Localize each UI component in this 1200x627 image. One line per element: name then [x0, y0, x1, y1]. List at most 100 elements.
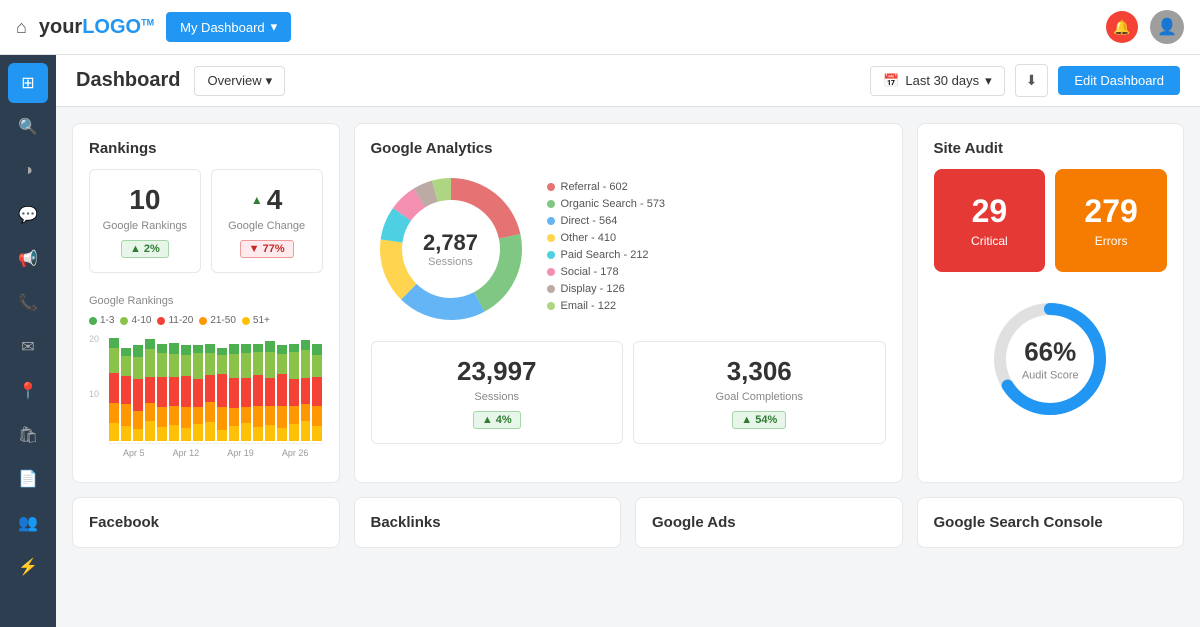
analytics-card: Google Analytics — [354, 123, 903, 483]
google-change-stat: ▲ 4 Google Change ▼ 77% — [211, 169, 323, 273]
goals-label: Goal Completions — [648, 391, 871, 403]
sub-header-right: 📅 Last 30 days ▾ ⬇ Edit Dashboard — [870, 64, 1180, 97]
sidebar-item-phone[interactable]: 📞 — [8, 283, 48, 323]
bar-group — [241, 344, 251, 441]
sidebar-item-chat[interactable]: 💬 — [8, 195, 48, 235]
x-label-apr12: Apr 12 — [173, 448, 200, 458]
google-ads-title: Google Ads — [652, 514, 886, 531]
overview-button[interactable]: Overview ▾ — [194, 66, 285, 96]
my-dashboard-button[interactable]: My Dashboard ▾ — [166, 12, 291, 42]
bar-group — [312, 344, 322, 441]
gsc-title: Google Search Console — [934, 514, 1168, 531]
download-icon: ⬇ — [1026, 72, 1038, 88]
sessions-label: Sessions — [386, 391, 609, 403]
bar-group — [301, 340, 311, 441]
rankings-card: Rankings 10 Google Rankings ▲ 2% ▲ 4 Goo… — [72, 123, 340, 483]
bar-group — [205, 344, 215, 441]
legend-direct: Direct - 564 — [547, 215, 886, 227]
donut-area: 2,787 Sessions Referral - 602 Organic Se… — [371, 169, 886, 329]
goals-stat: 3,306 Goal Completions ▲ 54% — [633, 341, 886, 444]
bar-group — [229, 344, 239, 441]
legend-social: Social - 178 — [547, 266, 886, 278]
audit-top: 29 Critical 279 Errors — [934, 169, 1168, 272]
legend-other: Other - 410 — [547, 232, 886, 244]
bar-group — [133, 345, 143, 441]
sessions-stat: 23,997 Sessions ▲ 4% — [371, 341, 624, 444]
errors-number: 279 — [1065, 193, 1157, 230]
sidebar-item-search[interactable]: 🔍 — [8, 107, 48, 147]
page-title: Dashboard — [76, 69, 180, 92]
bar-group — [277, 345, 287, 441]
calendar-icon: 📅 — [883, 73, 899, 89]
goals-badge: ▲ 54% — [732, 411, 786, 429]
donut-chart: 2,787 Sessions — [371, 169, 531, 329]
audit-score-circle: 66% Audit Score — [985, 294, 1115, 424]
audit-score-container: 66% Audit Score — [934, 284, 1168, 434]
critical-box: 29 Critical — [934, 169, 1046, 272]
avatar[interactable]: 👤 — [1150, 10, 1184, 44]
bar-group — [253, 344, 263, 441]
analytics-title: Google Analytics — [371, 140, 886, 157]
google-search-console-card: Google Search Console — [917, 497, 1185, 548]
chevron-down-icon: ▾ — [271, 19, 278, 35]
main-content: Dashboard Overview ▾ 📅 Last 30 days ▾ ⬇ … — [56, 55, 1200, 627]
backlinks-title: Backlinks — [371, 514, 605, 531]
bar-group — [265, 341, 275, 441]
sidebar-item-settings[interactable]: ⚡ — [8, 547, 48, 587]
errors-box: 279 Errors — [1055, 169, 1167, 272]
google-change-number: 4 — [267, 184, 283, 216]
chevron-down-icon: ▾ — [266, 73, 273, 89]
date-range-button[interactable]: 📅 Last 30 days ▾ — [870, 66, 1004, 96]
bar-group — [109, 338, 119, 441]
analytics-legend: Referral - 602 Organic Search - 573 Dire… — [547, 181, 886, 317]
legend-1-3: 1-3 — [89, 315, 114, 326]
sub-header: Dashboard Overview ▾ 📅 Last 30 days ▾ ⬇ … — [56, 55, 1200, 107]
facebook-card: Facebook — [72, 497, 340, 548]
x-label-apr19: Apr 19 — [227, 448, 254, 458]
goals-number: 3,306 — [648, 356, 871, 387]
audit-card: Site Audit 29 Critical 279 Errors — [917, 123, 1185, 483]
analytics-bottom: 23,997 Sessions ▲ 4% 3,306 Goal Completi… — [371, 341, 886, 444]
home-sidebar-icon: ⌂ — [16, 17, 27, 38]
rankings-mini-cards: 10 Google Rankings ▲ 2% ▲ 4 Google Chang… — [89, 169, 323, 273]
download-button[interactable]: ⬇ — [1015, 64, 1049, 97]
legend-51plus: 51+ — [242, 315, 270, 326]
legend-21-50: 21-50 — [199, 315, 236, 326]
audit-score-percentage: 66% — [1022, 337, 1079, 368]
sessions-badge: ▲ 4% — [473, 411, 521, 429]
audit-title: Site Audit — [934, 140, 1168, 157]
edit-dashboard-button[interactable]: Edit Dashboard — [1058, 66, 1180, 95]
rankings-chart: Google Rankings 1-3 4-10 11-20 21-50 — [89, 287, 323, 466]
legend-4-10: 4-10 — [120, 315, 151, 326]
logo: yourLOGOTM — [39, 16, 154, 39]
sidebar-item-broadcast[interactable]: 📢 — [8, 239, 48, 279]
nav-right: 🔔 👤 — [1106, 10, 1184, 44]
audit-score-center: 66% Audit Score — [1022, 337, 1079, 382]
notifications-icon[interactable]: 🔔 — [1106, 11, 1138, 43]
sidebar-item-location[interactable]: 📍 — [8, 371, 48, 411]
legend-11-20: 11-20 — [157, 315, 193, 326]
bar-group — [289, 344, 299, 441]
bar-group — [145, 339, 155, 441]
google-change-badge: ▼ 77% — [240, 240, 294, 258]
google-ads-card: Google Ads — [635, 497, 903, 548]
sidebar-item-document[interactable]: 📄 — [8, 459, 48, 499]
bar-group — [181, 345, 191, 441]
sidebar-item-users[interactable]: 👥 — [8, 503, 48, 543]
donut-total: 2,787 — [423, 230, 478, 256]
dashboard-grid: Rankings 10 Google Rankings ▲ 2% ▲ 4 Goo… — [56, 107, 1200, 564]
sidebar-item-home[interactable]: ⊞ — [8, 63, 48, 103]
facebook-title: Facebook — [89, 514, 323, 531]
x-axis-labels: Apr 5 Apr 12 Apr 19 Apr 26 — [109, 448, 323, 458]
chart-legend: 1-3 4-10 11-20 21-50 51+ — [89, 315, 323, 326]
sidebar-item-email[interactable]: ✉ — [8, 327, 48, 367]
backlinks-card: Backlinks — [354, 497, 622, 548]
sidebar-item-analytics[interactable]: ◑ — [8, 151, 48, 191]
rankings-title: Rankings — [89, 140, 323, 157]
x-label-apr26: Apr 26 — [282, 448, 309, 458]
legend-paid: Paid Search - 212 — [547, 249, 886, 261]
critical-number: 29 — [944, 193, 1036, 230]
legend-organic: Organic Search - 573 — [547, 198, 886, 210]
sidebar-item-shop[interactable]: 🛍 — [8, 415, 48, 455]
google-change-label: Google Change — [222, 220, 312, 232]
